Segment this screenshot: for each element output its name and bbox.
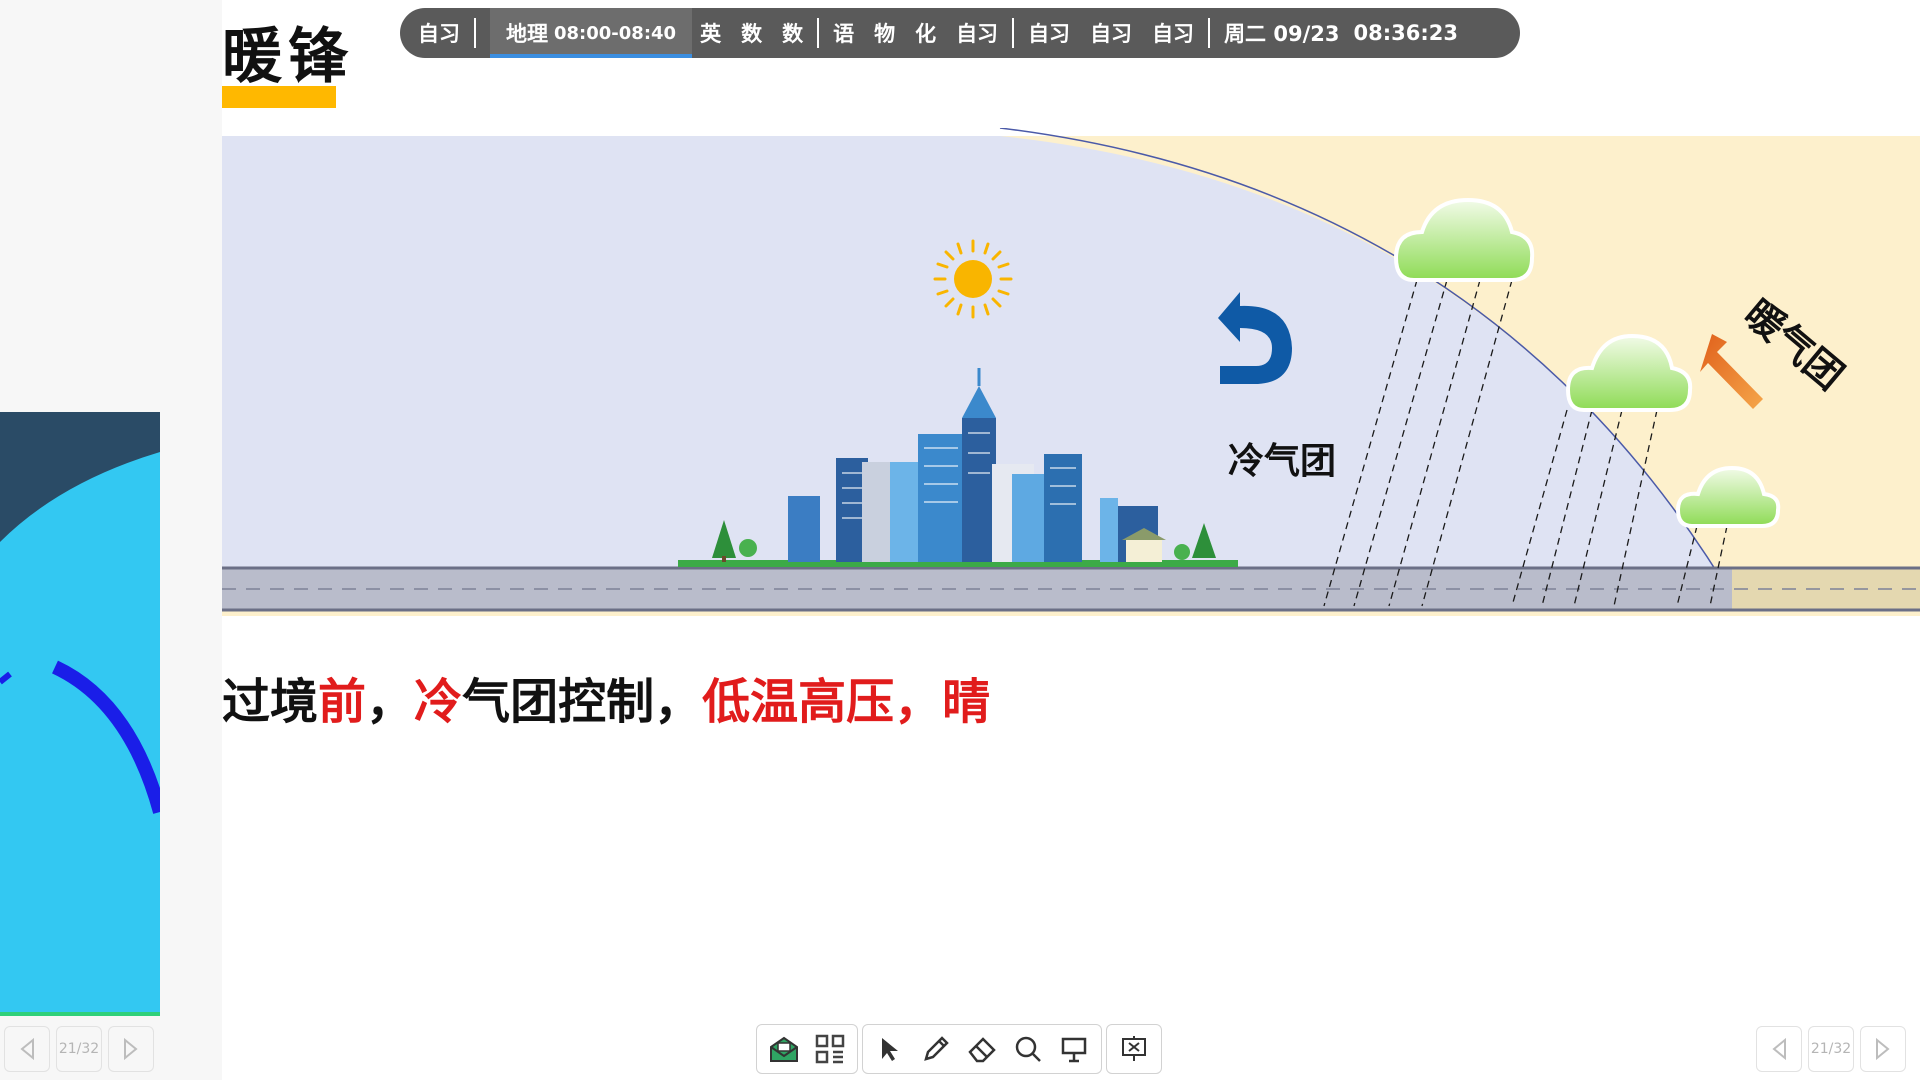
caption-segment: 过境	[222, 674, 319, 730]
toolbar-group	[862, 1024, 1102, 1074]
current-subject: 地理	[506, 22, 548, 46]
schedule-item: 自习	[956, 22, 999, 46]
next-page-button[interactable]	[108, 1026, 154, 1072]
schedule-item: 化	[915, 22, 937, 46]
slide-thumbnail[interactable]	[0, 412, 160, 1016]
schedule-item: 数	[782, 22, 804, 46]
select-tool-button[interactable]	[867, 1026, 913, 1072]
slide-caption: 过境前，冷气团控制，低温高压，晴	[222, 662, 990, 732]
pen-icon	[924, 1036, 949, 1061]
chevron-left-icon	[20, 1038, 34, 1060]
schedule-divider	[1012, 18, 1015, 48]
sun-icon	[933, 239, 1013, 319]
prev-page-button[interactable]	[1756, 1026, 1802, 1072]
schedule-item: 自习	[1090, 22, 1133, 46]
presentation-icon	[1061, 1037, 1087, 1063]
right-pager: 21/32	[1756, 1026, 1906, 1072]
exit-show-button[interactable]	[1111, 1026, 1157, 1072]
schedule-item: 自习	[1152, 22, 1195, 46]
search-icon	[1015, 1036, 1041, 1062]
class-schedule-bar: 自习 地理 08:00-08:40 英 数 数 语 物 化 自习 自习 自习 自…	[400, 8, 1520, 58]
left-sidebar: 21/32	[0, 0, 222, 1080]
schedule-divider	[1208, 18, 1211, 48]
qr-code-icon	[815, 1034, 845, 1064]
cursor-icon	[882, 1038, 898, 1061]
schedule-item: 自习	[418, 22, 460, 46]
page-indicator: 21/32	[56, 1026, 102, 1072]
schedule-date: 周二 09/23	[1224, 22, 1340, 46]
schedule-divider	[817, 18, 820, 48]
slide-title: 暖锋	[222, 22, 354, 92]
schedule-item: 物	[874, 22, 896, 46]
annotation-toolbar	[756, 1024, 1162, 1074]
envelope-icon	[770, 1036, 798, 1062]
exit-show-icon	[1122, 1036, 1146, 1061]
thumbnail-graphic	[0, 412, 160, 814]
pen-tool-button[interactable]	[913, 1026, 959, 1072]
schedule-item: 自习	[1028, 22, 1071, 46]
schedule-clock: 08:36:23	[1353, 21, 1458, 45]
thumbnail-accent-line	[0, 1012, 160, 1016]
caption-highlight: 冷	[414, 674, 463, 730]
schedule-item: 数	[741, 22, 763, 46]
chevron-left-icon	[1772, 1038, 1786, 1060]
warm-front-diagram: 冷气团 暖气团	[222, 128, 1920, 616]
slide-title-block: 暖锋	[222, 8, 348, 108]
eraser-tool-button[interactable]	[959, 1026, 1005, 1072]
caption-highlight: 前	[318, 674, 367, 730]
toolbar-group	[756, 1024, 858, 1074]
caption-segment: ，	[366, 674, 415, 730]
left-pager: 21/32	[4, 1026, 154, 1072]
chevron-right-icon	[124, 1038, 138, 1060]
current-period-indicator	[490, 54, 693, 58]
toolbar-group	[1106, 1024, 1162, 1074]
envelope-button[interactable]	[761, 1026, 807, 1072]
ground	[222, 566, 1920, 612]
eraser-icon	[968, 1037, 996, 1063]
schedule-divider	[474, 18, 476, 48]
qr-code-button[interactable]	[807, 1026, 853, 1072]
current-period: 地理 08:00-08:40	[490, 8, 693, 58]
chevron-right-icon	[1876, 1038, 1890, 1060]
page-indicator: 21/32	[1808, 1026, 1854, 1072]
current-time-range: 08:00-08:40	[554, 22, 677, 44]
next-page-button[interactable]	[1860, 1026, 1906, 1072]
schedule-item: 英	[700, 22, 722, 46]
prev-page-button[interactable]	[4, 1026, 50, 1072]
presentation-tool-button[interactable]	[1051, 1026, 1097, 1072]
cold-air-label: 冷气团	[1228, 441, 1336, 482]
search-tool-button[interactable]	[1005, 1026, 1051, 1072]
caption-segment: 气团控制，	[462, 674, 703, 730]
schedule-item: 语	[833, 22, 855, 46]
caption-highlight: 低温高压，晴	[702, 674, 991, 730]
